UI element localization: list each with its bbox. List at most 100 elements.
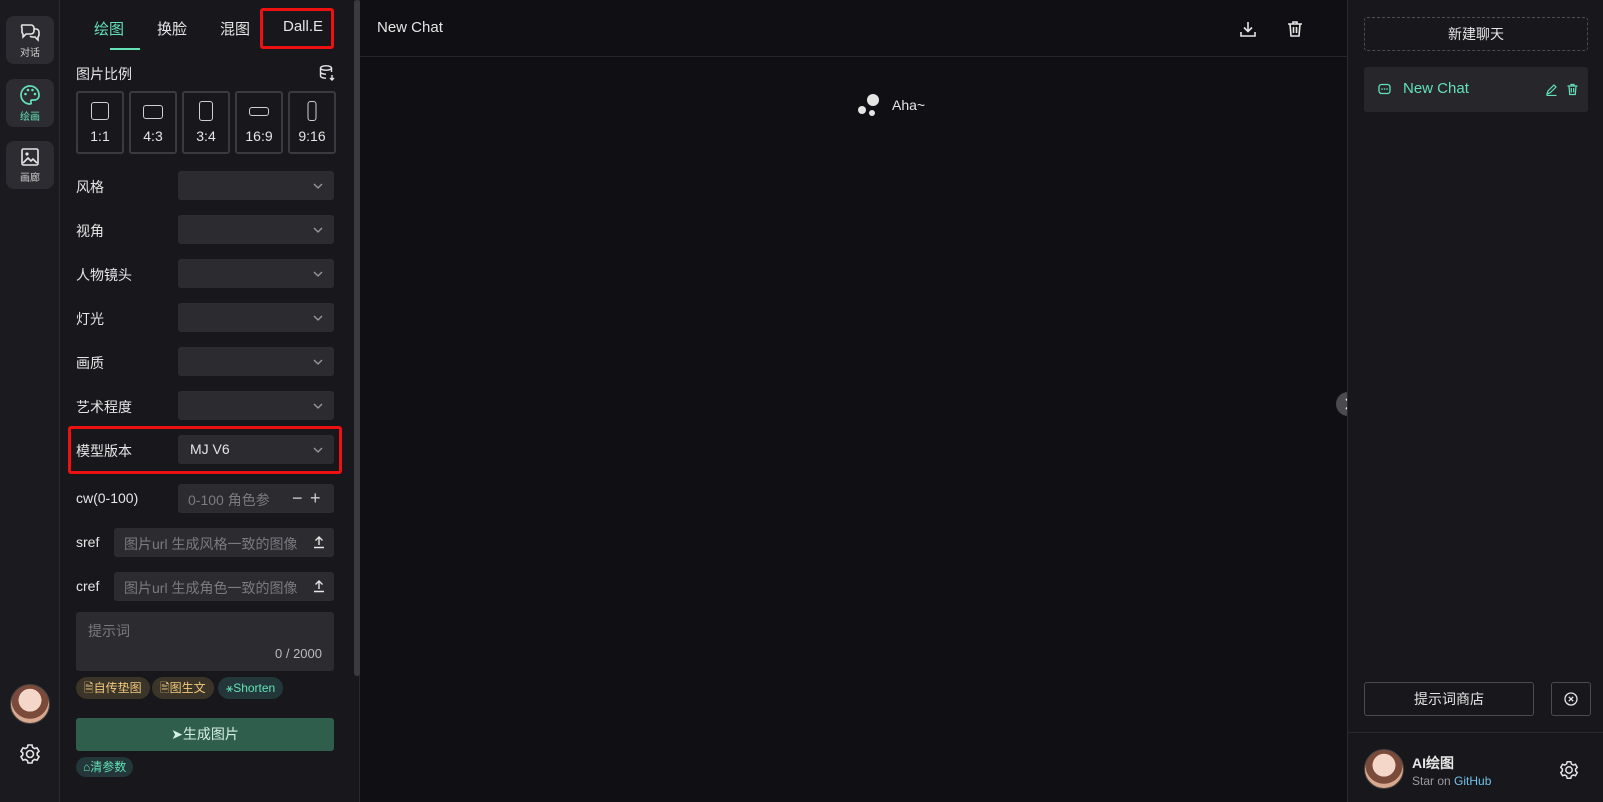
chat-title: New Chat (377, 19, 443, 36)
image-icon (21, 147, 39, 166)
ratio-9-16-option[interactable]: 9:16 (288, 91, 336, 154)
trash-icon[interactable] (1566, 83, 1579, 96)
upload-icon[interactable] (312, 579, 326, 593)
generate-image-button[interactable]: ➤生成图片 (76, 718, 334, 751)
close-circle-icon (1564, 692, 1578, 706)
shorten-chip[interactable]: ⚹Shorten (218, 677, 284, 699)
chevron-down-icon (313, 447, 323, 453)
user-name: AI绘图 (1412, 755, 1454, 771)
chip-label: 自传垫图 (93, 681, 142, 695)
cref-input[interactable]: 图片url 生成角色一致的图像 (114, 572, 334, 601)
bubbles-icon (858, 94, 879, 116)
ratio-3-4-option[interactable]: 3:4 (182, 91, 230, 154)
ratio-label: 3:4 (196, 128, 216, 144)
avatar[interactable] (1364, 749, 1404, 789)
image-to-text-chip[interactable]: 🖹图生文 (152, 677, 214, 699)
tab-dalle[interactable]: Dall.E (283, 18, 323, 35)
chat-history-sidebar: 新建聊天 New Chat 提示词商店 AI绘图 Star on GitHub (1347, 0, 1603, 802)
chat-area: New Chat Aha~ (360, 0, 1347, 802)
trash-icon[interactable] (1285, 19, 1305, 39)
decrement-button[interactable]: − (292, 489, 303, 507)
cw-placeholder: 0-100 角色参 (188, 492, 270, 508)
quality-select[interactable] (178, 347, 334, 376)
chevron-down-icon (313, 271, 323, 277)
model-version-value: MJ V6 (190, 441, 230, 457)
quality-label: 画质 (76, 355, 104, 371)
user-sub-prefix: Star on (1412, 774, 1451, 788)
sref-label: sref (76, 534, 100, 550)
style-label: 风格 (76, 179, 104, 195)
prompt-char-count: 0 / 2000 (275, 646, 322, 661)
sref-input[interactable]: 图片url 生成风格一致的图像 (114, 528, 334, 557)
download-icon[interactable] (1238, 19, 1258, 39)
increment-button[interactable]: + (310, 489, 321, 507)
tab-blend[interactable]: 混图 (220, 18, 250, 39)
generate-label: 生成图片 (182, 726, 239, 742)
ratio-landscape-shape (143, 105, 163, 119)
tab-face-swap[interactable]: 换脸 (157, 18, 187, 39)
chip-label: Shorten (233, 681, 276, 695)
active-tab-indicator (110, 48, 140, 50)
cref-placeholder: 图片url 生成角色一致的图像 (124, 580, 298, 596)
ratio-label: 1:1 (90, 128, 110, 144)
github-link[interactable]: GitHub (1454, 774, 1491, 788)
lighting-select[interactable] (178, 303, 334, 332)
view-angle-label: 视角 (76, 223, 104, 239)
ratio-wide-shape (249, 107, 269, 116)
lighting-label: 灯光 (76, 311, 104, 327)
user-profile: AI绘图 Star on GitHub (1348, 732, 1603, 802)
ratio-1-1-option[interactable]: 1:1 (76, 91, 124, 154)
clear-params-chip[interactable]: ⌂清参数 (76, 757, 134, 777)
chat-item-label: New Chat (1403, 80, 1469, 97)
chevron-down-icon (313, 315, 323, 321)
prompt-textarea[interactable]: 提示词 0 / 2000 (76, 612, 334, 671)
cref-label: cref (76, 578, 100, 594)
ratio-16-9-option[interactable]: 16:9 (235, 91, 283, 154)
upload-icon[interactable] (312, 535, 326, 549)
panel-tabs: 绘图 换脸 混图 Dall.E (75, 0, 360, 52)
rail-chat-button[interactable]: 对话 (6, 16, 54, 64)
clear-label: 清参数 (90, 760, 127, 774)
chevron-down-icon (313, 359, 323, 365)
chevron-down-icon (313, 183, 323, 189)
rail-gallery-label: 画廊 (20, 172, 40, 184)
sref-placeholder: 图片url 生成风格一致的图像 (124, 536, 298, 552)
ratio-square-shape (91, 102, 109, 120)
character-shot-label: 人物镜头 (76, 267, 132, 283)
rail-draw-label: 绘画 (20, 111, 40, 123)
gear-icon[interactable] (1558, 759, 1580, 781)
ratio-4-3-option[interactable]: 4:3 (129, 91, 177, 154)
model-version-select[interactable]: MJ V6 (178, 435, 334, 464)
view-angle-select[interactable] (178, 215, 334, 244)
edit-icon[interactable] (1545, 83, 1558, 96)
ratio-label: 16:9 (245, 128, 273, 144)
rail-draw-button[interactable]: 绘画 (6, 79, 54, 127)
upload-base-image-chip[interactable]: 🗎自传垫图 (76, 677, 150, 699)
chevron-down-icon (313, 227, 323, 233)
app-root: 对话 绘画 画廊 绘图 换脸 混图 Dall.E 图片比例 1:1 4:3 3:… (0, 0, 1603, 802)
chat-list-item[interactable]: New Chat (1364, 67, 1588, 112)
gear-icon[interactable] (18, 742, 42, 766)
palette-icon (20, 84, 40, 105)
chevron-down-icon (313, 403, 323, 409)
style-select[interactable] (178, 171, 334, 200)
chat-header: New Chat (360, 0, 1347, 57)
close-circle-button[interactable] (1551, 682, 1591, 716)
new-chat-button[interactable]: 新建聊天 (1364, 17, 1588, 51)
greeting-message: Aha~ (856, 92, 925, 118)
prompt-placeholder: 提示词 (88, 623, 130, 639)
model-version-label: 模型版本 (76, 443, 132, 459)
prompt-store-button[interactable]: 提示词商店 (1364, 682, 1534, 716)
cw-label: cw(0-100) (76, 490, 139, 506)
cw-stepper[interactable]: 0-100 角色参 − + (178, 484, 334, 513)
greeting-text: Aha~ (892, 97, 926, 113)
ratio-portrait-shape (199, 101, 213, 121)
avatar[interactable] (10, 684, 50, 724)
art-level-select[interactable] (178, 391, 334, 420)
tab-draw[interactable]: 绘图 (94, 18, 124, 39)
rail-gallery-button[interactable]: 画廊 (6, 141, 54, 189)
character-shot-select[interactable] (178, 259, 334, 288)
icon-rail: 对话 绘画 画廊 (0, 0, 60, 802)
rail-chat-label: 对话 (20, 47, 40, 59)
database-icon[interactable] (318, 64, 336, 82)
